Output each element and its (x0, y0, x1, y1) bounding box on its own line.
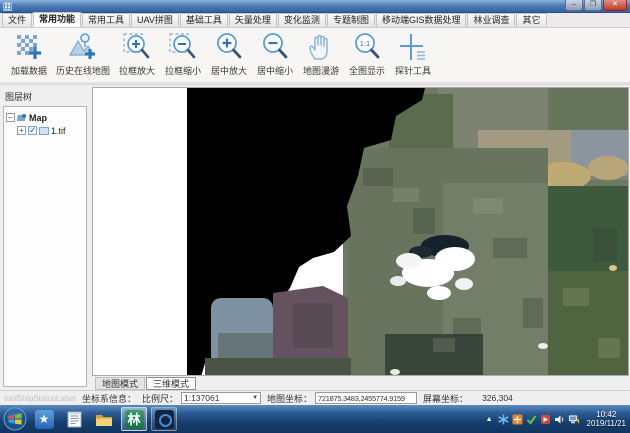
toolbar: 加载数据 历史在线地图 拉框放大 (0, 28, 630, 84)
taskbar-app-star[interactable]: ★ (31, 407, 57, 431)
clock-time: 10:42 (587, 410, 626, 419)
center-zoom-in-button[interactable]: 居中放大 (206, 30, 252, 78)
show-hidden-icons-button[interactable]: ▲ (486, 416, 493, 423)
tab-change-monitoring[interactable]: 变化监测 (278, 13, 326, 27)
pan-button[interactable]: 地图漫游 (298, 30, 344, 78)
tree-node-map[interactable]: − Map (6, 111, 84, 124)
load-data-icon (13, 31, 45, 63)
tab-mobile-gis-data[interactable]: 移动端GIS数据处理 (376, 13, 467, 27)
tool-label: 居中放大 (211, 64, 247, 77)
clock-date: 2019/11/21 (587, 419, 626, 428)
taskbar-app-o[interactable] (151, 407, 177, 431)
map-panel (90, 84, 630, 376)
screen-coord-value: 326,304 (482, 393, 513, 403)
satellite-imagery (93, 88, 629, 376)
tab-file[interactable]: 文件 (2, 13, 32, 27)
tab-common-functions[interactable]: 常用功能 (33, 12, 81, 27)
box-zoom-out-button[interactable]: 拉框缩小 (160, 30, 206, 78)
collapse-icon[interactable]: − (6, 113, 15, 122)
start-button[interactable] (3, 407, 27, 431)
center-zoom-out-icon (259, 31, 291, 63)
taskbar-clock[interactable]: 10:42 2019/11/21 (587, 410, 626, 428)
title-bar[interactable]: – ❐ ✕ (0, 0, 630, 13)
tray-green-icon[interactable] (526, 414, 537, 425)
taskbar-app-notepad[interactable] (61, 407, 87, 431)
expand-icon[interactable]: + (17, 126, 26, 135)
layer-visibility-checkbox[interactable] (28, 126, 37, 135)
view-mode-tab-strip: 地图模式 三维模式 (90, 376, 630, 390)
svg-text:1:1: 1:1 (360, 39, 370, 48)
screen-coord-label: 屏幕坐标： (423, 392, 468, 405)
taskbar-app-forestry-active[interactable]: 林 (121, 407, 147, 431)
close-button[interactable]: ✕ (603, 0, 627, 11)
status-bar: toolStripStatusLabel1 坐标系信息： 比例尺： 1:1370… (0, 390, 630, 405)
pan-hand-icon (305, 31, 337, 63)
notepad-icon (65, 410, 84, 429)
tab-basic-tools[interactable]: 基础工具 (180, 13, 228, 27)
folder-icon (94, 410, 114, 429)
tool-label: 地图漫游 (303, 64, 339, 77)
tree-node-label: Map (29, 113, 47, 123)
tab-common-tools[interactable]: 常用工具 (82, 13, 130, 27)
tool-label: 全图显示 (349, 64, 385, 77)
full-extent-button[interactable]: 1:1 全图显示 (344, 30, 390, 78)
system-tray: ▲ 10:42 2019/11/21 (486, 410, 630, 428)
map-coord-value: 721875.3483,2455774.9159 (315, 392, 417, 404)
star-app-icon: ★ (35, 410, 54, 429)
tray-blue-icon[interactable] (498, 414, 509, 425)
box-zoom-in-icon (121, 31, 153, 63)
tray-orange-icon[interactable] (512, 414, 523, 425)
speaker-icon[interactable] (554, 414, 565, 425)
tab-other[interactable]: 其它 (516, 13, 546, 27)
tool-label: 拉框缩小 (165, 64, 201, 77)
center-zoom-in-icon (213, 31, 245, 63)
tab-uav-mosaic[interactable]: UAV拼图 (131, 13, 179, 27)
scale-label: 比例尺： (142, 392, 178, 405)
full-extent-icon: 1:1 (351, 31, 383, 63)
windows-taskbar: ★ 林 ▲ (0, 405, 630, 433)
tab-3d-mode[interactable]: 三维模式 (146, 377, 196, 390)
tab-thematic-mapping[interactable]: 专题制图 (327, 13, 375, 27)
tool-label: 加载数据 (11, 64, 47, 77)
raster-layer-icon (39, 126, 49, 136)
network-icon[interactable] (568, 414, 579, 425)
center-zoom-out-button[interactable]: 居中缩小 (252, 30, 298, 78)
status-placeholder-label: toolStripStatusLabel1 (4, 394, 76, 403)
maximize-button[interactable]: ❐ (584, 0, 602, 11)
box-zoom-out-icon (167, 31, 199, 63)
layer-panel-title: 图层树 (0, 85, 90, 106)
tool-label: 历史在线地图 (56, 64, 110, 77)
tool-label: 拉框放大 (119, 64, 155, 77)
tab-map-mode[interactable]: 地图模式 (95, 377, 145, 390)
map-node-icon (17, 113, 27, 123)
probe-tool-icon (397, 31, 429, 63)
scale-value: 1:137061 (184, 393, 219, 403)
map-canvas[interactable] (92, 87, 629, 376)
history-online-map-icon (67, 31, 99, 63)
o-app-icon (155, 410, 174, 429)
layer-panel: 图层树 − Map + 1.tif (0, 84, 90, 390)
scale-combobox[interactable]: 1:137061 ▼ (181, 392, 261, 404)
tray-red-icon[interactable] (540, 414, 551, 425)
tool-label: 居中缩小 (257, 64, 293, 77)
box-zoom-in-button[interactable]: 拉框放大 (114, 30, 160, 78)
tree-node-label: 1.tif (51, 126, 66, 136)
load-data-button[interactable]: 加载数据 (6, 30, 52, 78)
chevron-down-icon: ▼ (252, 395, 258, 401)
forestry-app-icon: 林 (125, 410, 144, 429)
tab-forestry-survey[interactable]: 林业调查 (467, 13, 515, 27)
layer-tree: − Map + 1.tif (3, 106, 87, 387)
tab-vector-processing[interactable]: 矢量处理 (229, 13, 277, 27)
application-window: – ❐ ✕ 文件 常用功能 常用工具 UAV拼图 基础工具 矢量处理 变化监测 … (0, 0, 630, 433)
taskbar-app-explorer[interactable] (91, 407, 117, 431)
tree-node-layer[interactable]: + 1.tif (6, 124, 84, 137)
minimize-button[interactable]: – (565, 0, 583, 11)
map-coord-label: 地图坐标： (267, 392, 312, 405)
ribbon-tab-strip: 文件 常用功能 常用工具 UAV拼图 基础工具 矢量处理 变化监测 专题制图 移… (0, 13, 630, 28)
tool-label: 探针工具 (395, 64, 431, 77)
coordsys-label: 坐标系信息： (82, 392, 136, 405)
probe-tool-button[interactable]: 探针工具 (390, 30, 436, 78)
history-online-map-button[interactable]: 历史在线地图 (52, 30, 114, 78)
app-logo-icon (3, 2, 12, 11)
